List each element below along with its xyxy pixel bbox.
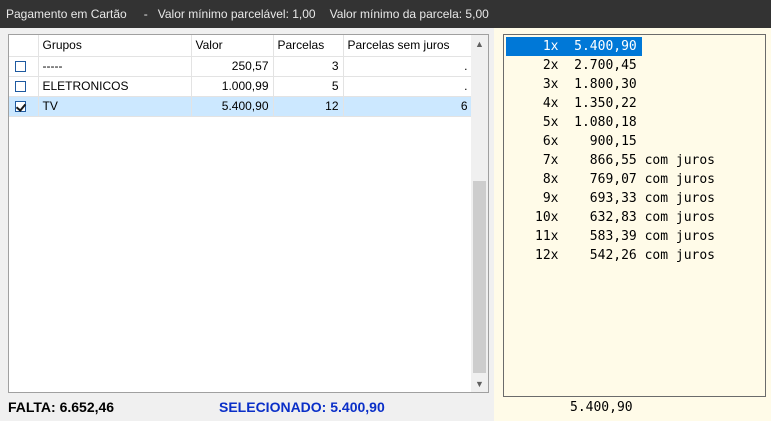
- parcelas-cell: 5: [273, 76, 344, 97]
- installment-option-text: 3x 1.800,30: [535, 77, 637, 92]
- table-row[interactable]: TV 5.400,90 12 6: [9, 96, 473, 117]
- installment-option-text: 4x 1.350,22: [535, 96, 637, 111]
- installment-option-text: 12x 542,26 com juros: [535, 248, 716, 263]
- window-title: Pagamento em Cartão: [6, 7, 127, 21]
- scroll-down-icon[interactable]: ▼: [471, 375, 488, 392]
- installment-option[interactable]: 10x 632,83 com juros: [506, 208, 715, 227]
- header-parcelas-sem-juros[interactable]: Parcelas sem juros: [343, 35, 473, 57]
- installment-option-text: 11x 583,39 com juros: [535, 229, 716, 244]
- row-checkbox-cell[interactable]: [9, 76, 39, 97]
- installment-option-text: 10x 632,83 com juros: [535, 210, 716, 225]
- installment-option-text: 2x 2.700,45: [535, 58, 637, 73]
- installment-option[interactable]: 2x 2.700,45: [506, 56, 642, 75]
- min-parcela-label: Valor mínimo da parcela: 5,00: [329, 7, 489, 21]
- title-separator: -: [143, 7, 148, 21]
- row-checkbox-cell[interactable]: [9, 56, 39, 77]
- falta-label: FALTA: 6.652,46: [8, 399, 115, 415]
- grupo-cell: TV: [38, 96, 192, 117]
- scroll-up-icon[interactable]: ▲: [471, 35, 488, 52]
- installment-option[interactable]: 3x 1.800,30: [506, 75, 642, 94]
- parcelas-cell: 12: [273, 96, 344, 117]
- installment-option[interactable]: 8x 769,07 com juros: [506, 170, 715, 189]
- grid-header-row: Grupos Valor Parcelas Parcelas sem juros: [9, 35, 473, 57]
- row-checkbox-cell[interactable]: [9, 96, 39, 117]
- installment-option[interactable]: 6x 900,15: [506, 132, 642, 151]
- header-valor[interactable]: Valor: [191, 35, 274, 57]
- header-parcelas[interactable]: Parcelas: [273, 35, 344, 57]
- installments-list[interactable]: 1x 5.400,90 2x 2.700,45 3x 1.800,30 4x 1…: [503, 34, 766, 397]
- total-value: 5.400,90: [570, 400, 633, 415]
- checkbox[interactable]: [15, 61, 26, 73]
- installment-option-text: 6x 900,15: [535, 134, 637, 149]
- grid-vertical-scrollbar[interactable]: ▲ ▼: [471, 35, 488, 392]
- groups-table: Grupos Valor Parcelas Parcelas sem juros…: [9, 35, 473, 117]
- valor-cell: 1.000,99: [191, 76, 274, 97]
- scrollbar-thumb[interactable]: [473, 181, 486, 373]
- installment-option[interactable]: 7x 866,55 com juros: [506, 151, 715, 170]
- selecionado-label: SELECIONADO: 5.400,90: [219, 399, 385, 415]
- installment-option[interactable]: 12x 542,26 com juros: [506, 246, 715, 265]
- table-row[interactable]: ----- 250,57 3.: [9, 56, 473, 77]
- grupo-cell: ELETRONICOS: [38, 76, 192, 97]
- parcelas-cell: 3: [273, 56, 344, 77]
- sem-juros-cell: .: [343, 56, 473, 77]
- checkbox-checked[interactable]: [15, 101, 26, 113]
- header-checkbox-col: [9, 35, 39, 57]
- header-grupos[interactable]: Grupos: [38, 35, 192, 57]
- valor-cell: 5.400,90: [191, 96, 274, 117]
- installment-option[interactable]: 11x 583,39 com juros: [506, 227, 715, 246]
- sem-juros-cell: .: [343, 76, 473, 97]
- min-parcelavel-label: Valor mínimo parcelável: 1,00: [157, 7, 316, 21]
- installment-option-text: 1x 5.400,90: [535, 39, 637, 54]
- valor-cell: 250,57: [191, 56, 274, 77]
- sem-juros-cell: 6: [343, 96, 473, 117]
- installment-option[interactable]: 1x 5.400,90: [506, 37, 642, 56]
- installment-option[interactable]: 9x 693,33 com juros: [506, 189, 715, 208]
- title-bar: Pagamento em Cartão - Valor mínimo parce…: [0, 0, 771, 28]
- installment-option[interactable]: 4x 1.350,22: [506, 94, 642, 113]
- grupo-cell: -----: [38, 56, 192, 77]
- installment-option-text: 5x 1.080,18: [535, 115, 637, 130]
- installment-option-text: 8x 769,07 com juros: [535, 172, 716, 187]
- installment-option-text: 9x 693,33 com juros: [535, 191, 716, 206]
- table-row[interactable]: ELETRONICOS 1.000,99 5.: [9, 76, 473, 97]
- checkbox[interactable]: [15, 81, 26, 93]
- installment-option[interactable]: 5x 1.080,18: [506, 113, 642, 132]
- installment-option-text: 7x 866,55 com juros: [535, 153, 716, 168]
- groups-grid[interactable]: Grupos Valor Parcelas Parcelas sem juros…: [8, 34, 489, 393]
